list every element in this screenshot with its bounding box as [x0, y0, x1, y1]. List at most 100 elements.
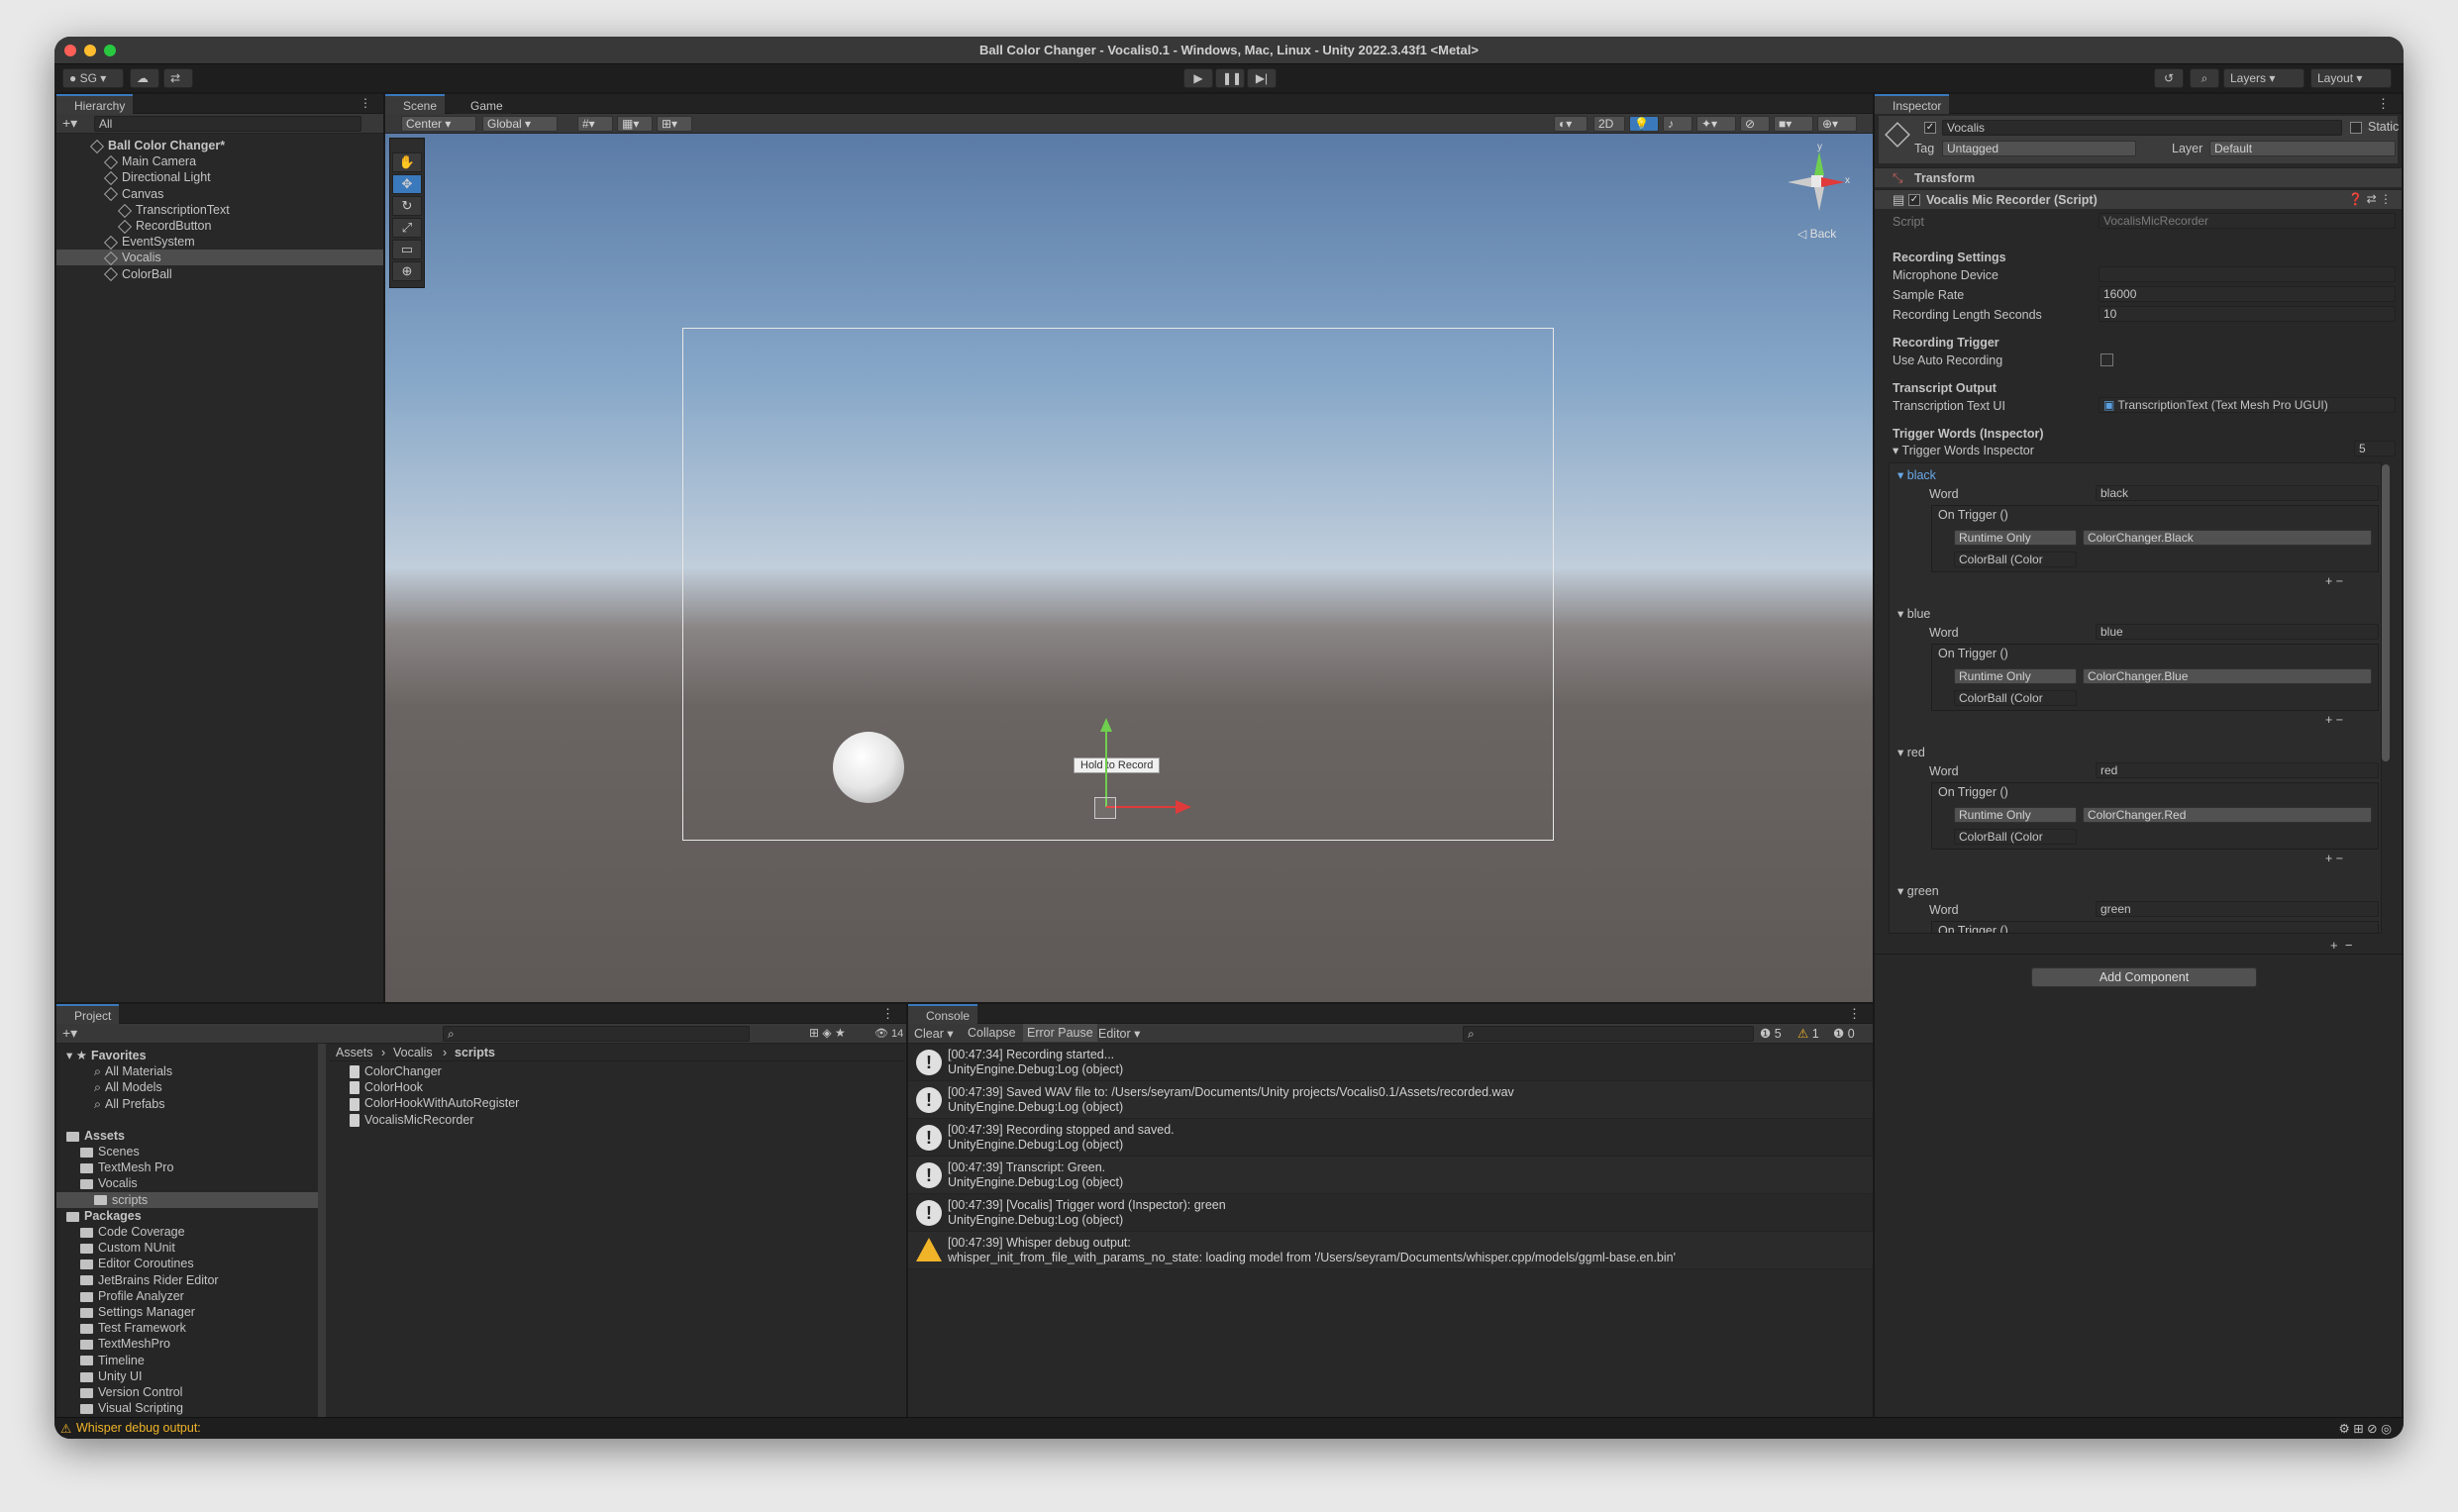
trigger-words-list[interactable]: ▾ black Word black On Trigger () Runtime Onl…: [1889, 462, 2382, 934]
sample-rate-field[interactable]: 16000: [2099, 286, 2396, 302]
step-button[interactable]: ▶|: [1247, 68, 1277, 88]
recording-length-field[interactable]: 10: [2099, 306, 2396, 322]
list-add-remove[interactable]: + −: [2330, 938, 2352, 953]
project-tree-item[interactable]: Visual Scripting: [56, 1400, 318, 1416]
function-dropdown[interactable]: ColorChanger.Red: [2083, 807, 2372, 823]
render-mode-icon[interactable]: ◐▾: [1554, 116, 1587, 132]
pivot-dropdown[interactable]: Center ▾: [401, 116, 476, 132]
trigger-element-foldout[interactable]: ▾ green: [1897, 883, 1939, 899]
breadcrumb-vocalis[interactable]: Vocalis: [393, 1046, 433, 1059]
project-tree-item[interactable]: TextMesh Pro: [56, 1159, 318, 1175]
play-button[interactable]: ▶: [1183, 68, 1213, 88]
hierarchy-item[interactable]: Vocalis: [56, 250, 383, 266]
record-button-preview[interactable]: Hold to Record: [1074, 757, 1161, 773]
console-tab[interactable]: Console: [908, 1004, 978, 1024]
project-filter-icons[interactable]: ⊞ ◈ ★: [809, 1026, 846, 1040]
project-tree-item[interactable]: Test Framework: [56, 1320, 318, 1336]
project-tree-item[interactable]: Editor Coroutines: [56, 1256, 318, 1271]
event-add-remove[interactable]: + −: [2325, 574, 2343, 588]
error-pause-button[interactable]: Error Pause: [1023, 1024, 1097, 1042]
move-gizmo-center[interactable]: [1094, 797, 1116, 819]
cloud-icon[interactable]: ☁: [130, 68, 159, 88]
tag-dropdown[interactable]: Untagged: [1942, 141, 2136, 156]
undo-history-icon[interactable]: ↺: [2154, 68, 2184, 88]
target-object-field[interactable]: ColorBall (Color: [1954, 690, 2077, 706]
script-file[interactable]: ColorHookWithAutoRegister: [350, 1095, 519, 1111]
tab-scene[interactable]: Scene: [385, 94, 446, 114]
orientation-gizmo[interactable]: y x: [1782, 142, 1851, 217]
space-dropdown[interactable]: Global ▾: [482, 116, 558, 132]
hierarchy-search-input[interactable]: All: [94, 116, 361, 132]
project-tree-item[interactable]: Profile Analyzer: [56, 1288, 318, 1304]
trigger-element-foldout[interactable]: ▾ black: [1897, 467, 1936, 483]
runtime-dropdown[interactable]: Runtime Only: [1954, 668, 2077, 684]
hierarchy-item[interactable]: EventSystem: [56, 234, 383, 250]
tab-game[interactable]: Game: [453, 94, 511, 114]
search-icon[interactable]: ⌕: [2190, 68, 2219, 88]
script-file[interactable]: VocalisMicRecorder: [350, 1112, 473, 1128]
transform-tool-icon[interactable]: ⊕: [392, 261, 422, 281]
layer-dropdown[interactable]: Default: [2209, 141, 2396, 156]
project-tree-item[interactable]: Assets: [56, 1128, 318, 1144]
component-enabled-checkbox[interactable]: ✓: [1908, 194, 1920, 206]
project-add-icon[interactable]: +▾: [62, 1025, 77, 1042]
project-tree-item[interactable]: TextMeshPro: [56, 1336, 318, 1352]
add-component-button[interactable]: Add Component: [2031, 967, 2257, 987]
project-tree-item[interactable]: ⌕ All Prefabs: [56, 1096, 318, 1112]
project-tree-item[interactable]: Packages: [56, 1208, 318, 1224]
hidden-objects-icon[interactable]: ⊘: [1740, 116, 1770, 132]
project-tree-item[interactable]: Timeline: [56, 1353, 318, 1368]
project-tree-item[interactable]: Scenes: [56, 1144, 318, 1159]
hierarchy-tab[interactable]: Hierarchy: [56, 94, 134, 114]
project-tree-item[interactable]: Unity UI: [56, 1368, 318, 1384]
word-field[interactable]: blue: [2096, 624, 2379, 640]
move-gizmo-x-axis[interactable]: [1106, 806, 1178, 808]
function-dropdown[interactable]: ColorChanger.Black: [2083, 530, 2372, 546]
project-tree-item[interactable]: Code Coverage: [56, 1224, 318, 1240]
layers-dropdown[interactable]: Layers ▾: [2223, 68, 2304, 88]
project-tree-scrollbar[interactable]: [318, 1044, 326, 1420]
project-tree-item[interactable]: ⌕ All Materials: [56, 1063, 318, 1079]
hierarchy-item[interactable]: ColorBall: [56, 266, 383, 282]
gizmo-neg-x-cone[interactable]: [1788, 177, 1811, 187]
gizmo-y-cone[interactable]: [1814, 151, 1824, 175]
project-tree-item[interactable]: JetBrains Rider Editor: [56, 1272, 318, 1288]
auto-recording-checkbox[interactable]: [2100, 353, 2113, 366]
project-tree-item[interactable]: Vocalis: [56, 1175, 318, 1191]
console-log-entry[interactable]: ! [00:47:39] Recording stopped and saved.…: [908, 1119, 1873, 1157]
event-add-remove[interactable]: + −: [2325, 852, 2343, 865]
word-field[interactable]: green: [2096, 901, 2379, 917]
trigger-words-foldout[interactable]: ▾ Trigger Words Inspector: [1893, 443, 2034, 457]
target-object-field[interactable]: ColorBall (Color: [1954, 829, 2077, 845]
color-ball[interactable]: [833, 732, 904, 803]
trigger-element-foldout[interactable]: ▾ red: [1897, 745, 1925, 760]
hierarchy-item[interactable]: TranscriptionText: [56, 202, 383, 218]
effects-icon[interactable]: ✦▾: [1696, 116, 1736, 132]
word-field[interactable]: black: [2096, 485, 2379, 501]
breadcrumb-scripts[interactable]: scripts: [455, 1046, 495, 1059]
layout-dropdown[interactable]: Layout ▾: [2310, 68, 2392, 88]
hierarchy-item[interactable]: Directional Light: [56, 169, 383, 186]
collab-icon[interactable]: ⇄: [163, 68, 193, 88]
project-tree-item[interactable]: scripts: [56, 1191, 318, 1208]
error-count[interactable]: ❶ 0: [1833, 1026, 1855, 1041]
trigger-list-scrollbar[interactable]: [2382, 464, 2390, 761]
console-search-input[interactable]: ⌕: [1463, 1026, 1754, 1042]
grid-snap-icon[interactable]: #▾: [577, 116, 613, 132]
more-icon[interactable]: ⋮: [359, 96, 371, 110]
runtime-dropdown[interactable]: Runtime Only: [1954, 807, 2077, 823]
hierarchy-item[interactable]: RecordButton: [56, 218, 383, 234]
project-tree-item[interactable]: ▾ ★ Favorites: [56, 1048, 318, 1063]
target-object-field[interactable]: ColorBall (Color: [1954, 552, 2077, 567]
audio-icon[interactable]: ♪: [1663, 116, 1692, 132]
console-log-entry[interactable]: ! [00:47:34] Recording started... UnityEng…: [908, 1044, 1873, 1081]
project-tree-item[interactable]: ⌕ All Models: [56, 1079, 318, 1095]
trigger-element-foldout[interactable]: ▾ blue: [1897, 606, 1930, 622]
word-field[interactable]: red: [2096, 762, 2379, 778]
ruler-icon[interactable]: ⊞▾: [657, 116, 692, 132]
transform-header[interactable]: Transform ⤡: [1875, 167, 2402, 187]
editor-dropdown[interactable]: Editor ▾: [1098, 1026, 1140, 1041]
breadcrumb-assets[interactable]: Assets: [336, 1046, 373, 1059]
status-icons[interactable]: ⚙ ⊞ ⊘ ◎: [2339, 1421, 2392, 1436]
snap-increment-icon[interactable]: ▦▾: [617, 116, 653, 132]
